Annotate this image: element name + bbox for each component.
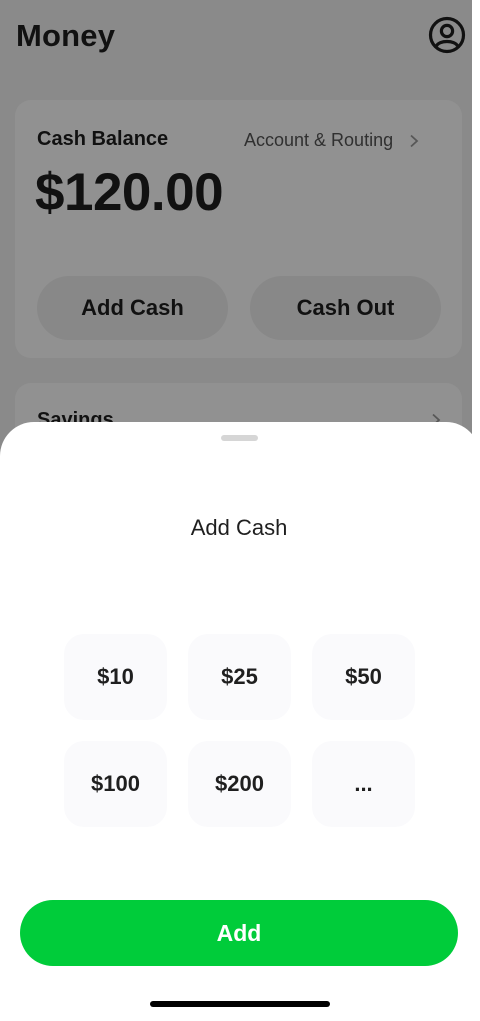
sheet-title: Add Cash — [190, 515, 288, 540]
amount-option-100[interactable]: $100 — [64, 741, 167, 827]
amount-option-200[interactable]: $200 — [188, 741, 291, 827]
sheet-grabber[interactable] — [221, 435, 258, 441]
add-button[interactable]: Add — [20, 900, 458, 966]
amount-option-more[interactable]: ... — [312, 741, 415, 827]
add-cash-sheet: Add Cash $10 $25 $50 $100 $200 ... Add — [0, 422, 480, 1021]
amount-option-10[interactable]: $10 — [64, 634, 167, 720]
amount-option-50[interactable]: $50 — [312, 634, 415, 720]
home-indicator[interactable] — [150, 1001, 330, 1007]
amount-option-25[interactable]: $25 — [188, 634, 291, 720]
